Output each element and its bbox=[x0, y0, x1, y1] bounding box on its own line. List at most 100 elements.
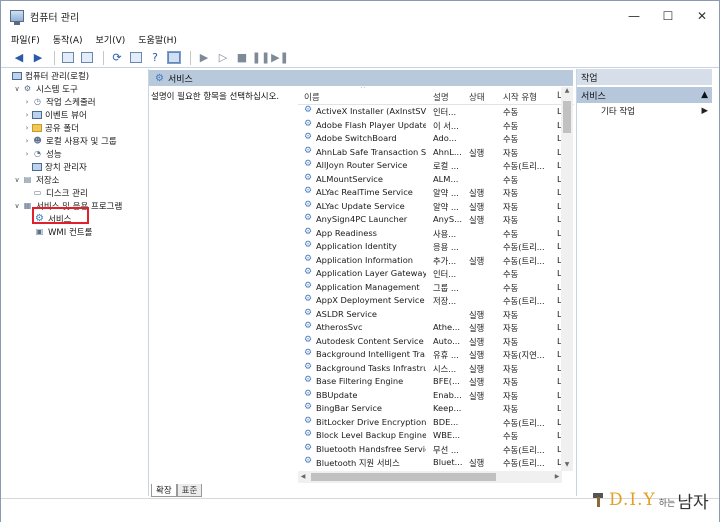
table-row[interactable]: ⚙ Application Management 그룹 ... 수동 L bbox=[298, 281, 562, 295]
service-description: ALM... bbox=[433, 173, 459, 184]
scroll-down-arrow-icon[interactable]: ▼ bbox=[561, 461, 573, 471]
help-icon[interactable]: ? bbox=[147, 50, 163, 66]
horizontal-scrollbar[interactable]: ◀ ▶ bbox=[298, 471, 562, 483]
table-row[interactable]: ⚙ Adobe Flash Player Update... 이 서... 수동 L bbox=[298, 119, 562, 133]
resume-service-icon[interactable]: ▷ bbox=[215, 50, 231, 66]
menu-view[interactable]: 보기(V) bbox=[96, 33, 126, 46]
tree-item-wmi[interactable]: ▣ WMI 컨트롤 bbox=[9, 225, 148, 238]
tree-item-task-scheduler[interactable]: › ◷ 작업 스케줄러 bbox=[9, 95, 148, 108]
table-row[interactable]: ⚙ AtherosSvc Athe... 실행 자동 L bbox=[298, 321, 562, 335]
expand-chevron-icon[interactable]: › bbox=[23, 111, 31, 119]
collapse-triangle-icon[interactable]: ▲ bbox=[701, 90, 708, 100]
service-gear-icon: ⚙ bbox=[304, 375, 313, 385]
toolbar-separator bbox=[54, 50, 55, 65]
table-row[interactable]: ⚙ Bluetooth Handsfree Service 무선 ... 수동(트리.… bbox=[298, 443, 562, 457]
table-row[interactable]: ⚙ Block Level Backup Engine ... WBE... 수동 L bbox=[298, 429, 562, 443]
service-description: 로컬 ... bbox=[433, 161, 459, 171]
show-hide-action-pane-icon[interactable] bbox=[166, 50, 182, 66]
tab-standard[interactable]: 표준 bbox=[176, 484, 203, 497]
minimize-button[interactable]: — bbox=[617, 1, 651, 31]
tree-item-system-tools[interactable]: ∨ ⚙ 시스템 도구 bbox=[9, 82, 148, 95]
refresh-icon[interactable]: ⟳ bbox=[109, 50, 125, 66]
tree-item-disk-management[interactable]: ▭ 디스크 관리 bbox=[9, 186, 148, 199]
maximize-button[interactable]: ☐ bbox=[651, 1, 685, 31]
brand-man: 남자 bbox=[677, 492, 709, 513]
up-folder-icon[interactable] bbox=[60, 50, 76, 66]
actions-section-services[interactable]: 서비스 ▲ bbox=[577, 87, 712, 103]
service-gear-icon: ⚙ bbox=[304, 307, 313, 318]
column-startup-header[interactable]: 시작 유형 bbox=[503, 91, 537, 103]
menu-help[interactable]: 도움말(H) bbox=[138, 33, 177, 46]
horizontal-scroll-thumb[interactable] bbox=[311, 473, 496, 481]
table-row[interactable]: ⚙ BitLocker Drive Encryption ... BDE... 수동(… bbox=[298, 416, 562, 430]
expand-chevron-icon[interactable]: › bbox=[23, 150, 31, 158]
tree-item-local-users[interactable]: › ☻ 로컬 사용자 및 그룹 bbox=[9, 134, 148, 147]
tree-item-storage[interactable]: ∨ ▤ 저장소 bbox=[9, 173, 148, 186]
tree-item-shared-folders[interactable]: › 공유 폴더 bbox=[9, 121, 148, 134]
menu-action[interactable]: 동작(A) bbox=[53, 33, 83, 46]
sort-ascending-icon: ^ bbox=[360, 87, 366, 93]
scroll-right-arrow-icon[interactable]: ▶ bbox=[552, 471, 562, 483]
service-gear-icon: ⚙ bbox=[304, 280, 313, 291]
export-list-icon[interactable] bbox=[128, 50, 144, 66]
table-row[interactable]: ⚙ Background Intelligent Tra... 유휴 ... 실행 자동… bbox=[298, 348, 562, 362]
service-gear-icon: ⚙ bbox=[304, 348, 313, 358]
table-row[interactable]: ⚙ Base Filtering Engine BFE(... 실행 자동 L bbox=[298, 375, 562, 389]
stop-service-icon[interactable]: ■ bbox=[234, 50, 250, 66]
console-tree: 컴퓨터 관리(로컬) ∨ ⚙ 시스템 도구 › ◷ 작업 스케줄러 › 이벤트 … bbox=[9, 69, 149, 496]
back-arrow-icon[interactable]: ◀ bbox=[11, 50, 27, 66]
table-row[interactable]: ⚙ ALYac RealTime Service 알약 ... 실행 자동 L bbox=[298, 186, 562, 200]
show-hide-tree-icon[interactable] bbox=[79, 50, 95, 66]
tree-item-root[interactable]: 컴퓨터 관리(로컬) bbox=[9, 69, 148, 82]
table-row[interactable]: ⚙ Application Layer Gateway ... 인터... 수동 L bbox=[298, 267, 562, 281]
table-row[interactable]: ⚙ ALYac Update Service 알약 ... 실행 자동 L bbox=[298, 200, 562, 214]
tree-item-device-manager[interactable]: 장치 관리자 bbox=[9, 160, 148, 173]
expand-chevron-icon[interactable]: › bbox=[23, 124, 31, 132]
users-icon: ☻ bbox=[33, 136, 42, 145]
table-row[interactable]: ⚙ Application Identity 응용 ... 수동(트리... L bbox=[298, 240, 562, 254]
services-gear-icon: ⚙ bbox=[155, 72, 164, 84]
table-row[interactable]: ⚙ BBUpdate Enab... 실행 자동 L bbox=[298, 389, 562, 403]
table-row[interactable]: ⚙ AnySign4PC Launcher AnyS... 실행 자동 L bbox=[298, 213, 562, 227]
close-button[interactable]: ✕ bbox=[685, 1, 719, 31]
forward-arrow-icon[interactable]: ▶ bbox=[30, 50, 46, 66]
scroll-up-arrow-icon[interactable]: ▲ bbox=[561, 87, 573, 97]
pause-service-icon[interactable]: ❚❚ bbox=[252, 50, 270, 66]
action-more-actions[interactable]: 기타 작업 ▶ bbox=[577, 103, 712, 119]
table-row[interactable]: ⚙ Adobe SwitchBoard Ado... 수동 L bbox=[298, 132, 562, 146]
service-startup-type: 자동 bbox=[503, 323, 519, 333]
table-row[interactable]: ⚙ ActiveX Installer (AxInstSV) 인터... 수동 L bbox=[298, 105, 562, 119]
restart-service-icon[interactable]: ▶❚ bbox=[271, 50, 289, 66]
collapse-chevron-icon[interactable]: ∨ bbox=[13, 85, 21, 93]
tree-item-event-viewer[interactable]: › 이벤트 뷰어 bbox=[9, 108, 148, 121]
table-row[interactable]: ⚙ AppX Deployment Service ... 저장... 수동(트리..… bbox=[298, 294, 562, 308]
vertical-scroll-thumb[interactable] bbox=[563, 101, 571, 133]
table-row[interactable]: ⚙ Bluetooth 지원 서비스 Bluet... 실행 수동(트리... L bbox=[298, 456, 562, 470]
expand-chevron-icon[interactable]: › bbox=[23, 98, 31, 106]
table-row[interactable]: ⚙ Background Tasks Infrastru... 시스... 실행 자동 L bbox=[298, 362, 562, 376]
start-service-icon[interactable]: ▶ bbox=[196, 50, 212, 66]
service-description: 인터... bbox=[433, 269, 457, 279]
table-row[interactable]: ⚙ Application Information 추가... 실행 수동(트리... L bbox=[298, 254, 562, 268]
table-row[interactable]: ⚙ Autodesk Content Service Auto... 실행 자동 L bbox=[298, 335, 562, 349]
table-row[interactable]: ⚙ BingBar Service Keep... 자동 L bbox=[298, 402, 562, 416]
expand-chevron-icon[interactable]: › bbox=[23, 137, 31, 145]
column-description-header[interactable]: 설명 bbox=[433, 91, 449, 103]
table-row[interactable]: ⚙ App Readiness 사용... 수동 L bbox=[298, 227, 562, 241]
tree-item-performance[interactable]: › ◔ 성능 bbox=[9, 147, 148, 160]
table-row[interactable]: ⚙ ASLDR Service 실행 자동 L bbox=[298, 308, 562, 322]
service-name: ASLDR Service bbox=[316, 308, 378, 319]
menu-file[interactable]: 파일(F) bbox=[11, 33, 40, 46]
scroll-left-arrow-icon[interactable]: ◀ bbox=[298, 471, 308, 483]
table-row[interactable]: ⚙ AllJoyn Router Service 로컬 ... 수동(트리... L bbox=[298, 159, 562, 173]
service-gear-icon: ⚙ bbox=[304, 361, 313, 372]
table-row[interactable]: ⚙ ALMountService ALM... 수동 L bbox=[298, 173, 562, 187]
collapse-chevron-icon[interactable]: ∨ bbox=[13, 176, 21, 184]
column-status-header[interactable]: 상태 bbox=[469, 91, 485, 103]
column-name-header[interactable]: 이름 bbox=[304, 91, 320, 103]
collapse-chevron-icon[interactable]: ∨ bbox=[13, 202, 21, 210]
toolbar-separator bbox=[103, 50, 104, 65]
tab-extended[interactable]: 확장 bbox=[151, 484, 177, 497]
vertical-scrollbar[interactable]: ▲ ▼ bbox=[561, 87, 573, 471]
table-row[interactable]: ⚙ AhnLab Safe Transaction S... AhnL... 실행 자동… bbox=[298, 146, 562, 160]
